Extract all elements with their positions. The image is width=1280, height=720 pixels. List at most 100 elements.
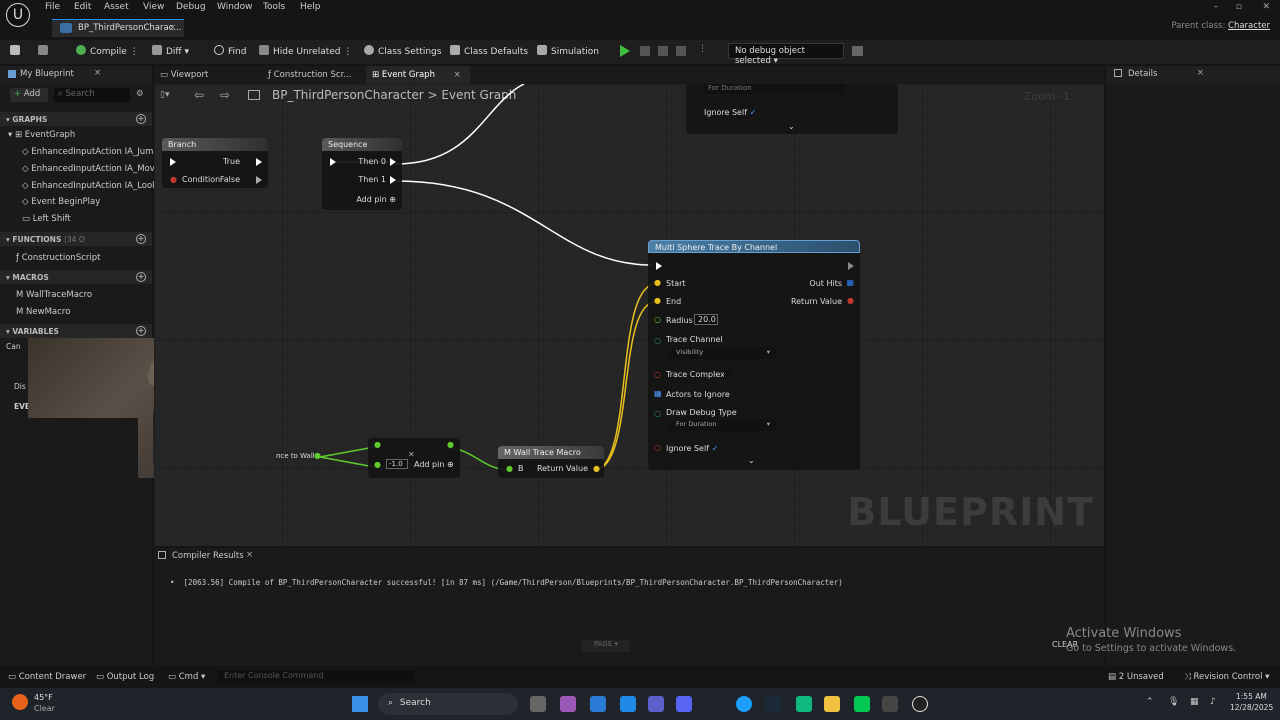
menu-debug[interactable]: Debug	[176, 2, 206, 12]
step-icon[interactable]	[640, 46, 650, 56]
parent-class-link[interactable]: Character	[1228, 21, 1270, 31]
trace-exec-in-pin[interactable]	[656, 262, 662, 272]
add-in-a-pin[interactable]: ●	[374, 440, 381, 449]
revision-control-button[interactable]: ⤨ Revision Control ▾	[1184, 672, 1269, 682]
sequence-node[interactable]: Sequence Then 0 Then 1 Add pin ⊕	[322, 138, 402, 210]
macro-item-newmacro[interactable]: M NewMacro	[16, 307, 152, 317]
add-variable-icon[interactable]: +	[136, 326, 146, 336]
close-compiler-icon[interactable]: ×	[246, 550, 253, 560]
event-graph-canvas[interactable]: ▯▾ ⇦ ⇨ BP_ThirdPersonCharacter > Event G…	[154, 84, 1104, 546]
close-details-icon[interactable]: ×	[1197, 68, 1204, 78]
stop-icon[interactable]	[658, 46, 668, 56]
add-function-icon[interactable]: +	[136, 234, 146, 244]
sequence-exec-in-pin[interactable]	[330, 158, 336, 168]
section-functions[interactable]: ▾ FUNCTIONS (34 O +	[0, 232, 152, 246]
multi-sphere-trace-node[interactable]: Multi Sphere Trace By Channel ● Start Ou…	[648, 240, 860, 470]
distance-pin[interactable]: ●	[314, 451, 321, 460]
add-in-b-pin[interactable]: ●	[374, 460, 381, 469]
add-value-input[interactable]: -1.0	[386, 459, 408, 469]
document-tab[interactable]: BP_ThirdPersonCharac... ×	[52, 19, 184, 37]
trace-complex-pin[interactable]: ○	[654, 370, 661, 379]
find-button[interactable]: Find	[214, 45, 246, 57]
store-icon[interactable]	[590, 696, 606, 712]
unreal-logo-icon[interactable]: U	[6, 3, 30, 27]
weather-icon[interactable]	[12, 694, 28, 710]
details-tab[interactable]: Details ×	[1106, 66, 1280, 84]
diff-button[interactable]: Diff ▾	[152, 45, 189, 57]
distance-node[interactable]: nce to Wall ●	[274, 450, 322, 464]
add-out-pin[interactable]: ●	[447, 440, 454, 449]
compiler-results-tab[interactable]: Compiler Results ×	[154, 548, 1104, 564]
variable-partial-dis[interactable]: Dis	[14, 382, 28, 391]
browse-icon[interactable]	[38, 45, 52, 57]
section-variables[interactable]: ▾ VARIABLES +	[0, 324, 152, 338]
wall-trace-return-pin[interactable]: ●	[593, 464, 600, 473]
class-defaults-button[interactable]: Class Defaults	[450, 45, 528, 57]
my-blueprint-tab[interactable]: My Blueprint ×	[0, 66, 152, 84]
draw-debug-select[interactable]: For Duration ▾	[670, 420, 776, 431]
play-icon[interactable]	[620, 45, 630, 57]
branch-node[interactable]: Branch True ● Condition False	[162, 138, 268, 188]
trace-return-pin[interactable]: ●	[847, 296, 854, 305]
menu-view[interactable]: View	[143, 2, 164, 12]
add-node[interactable]: ● ✕ ● ● -1.0 Add pin ⊕	[368, 438, 460, 478]
content-drawer-button[interactable]: ▭ Content Drawer	[8, 672, 86, 682]
output-log-button[interactable]: ▭ Output Log	[96, 672, 154, 682]
graph-item-look[interactable]: ◇ EnhancedInputAction IA_Look	[22, 181, 158, 191]
class-settings-button[interactable]: Class Settings	[364, 45, 441, 57]
compile-button[interactable]: Compile ⋮	[76, 45, 139, 57]
branch-condition-pin[interactable]: ●	[170, 175, 177, 184]
tab-construction-script[interactable]: ƒ Construction Scr...	[268, 70, 351, 80]
add-button[interactable]: + Add	[10, 88, 48, 102]
eject-icon[interactable]	[676, 46, 686, 56]
page-button[interactable]: PAGE ▾	[582, 640, 630, 652]
file-explorer-icon[interactable]	[824, 696, 840, 712]
section-graphs[interactable]: ▾ GRAPHS +	[0, 112, 152, 126]
section-partial-eve[interactable]: EVE	[14, 402, 28, 411]
task-view-icon[interactable]	[530, 696, 546, 712]
wall-trace-b-pin[interactable]: ●	[506, 464, 513, 473]
actors-ignore-pin[interactable]: ▦	[654, 389, 662, 398]
edge-icon[interactable]	[736, 696, 752, 712]
discord-icon[interactable]	[676, 696, 692, 712]
clock-time[interactable]: 1:55 AM	[1236, 692, 1267, 701]
outlook-icon[interactable]	[620, 696, 636, 712]
tab-viewport[interactable]: ▭ Viewport	[160, 70, 208, 80]
close-panel-icon[interactable]: ×	[94, 68, 101, 78]
variable-partial-can[interactable]: Can	[6, 342, 30, 351]
graph-item-leftshift[interactable]: ▭ Left Shift	[22, 214, 158, 224]
network-icon[interactable]: ▦	[1190, 697, 1199, 707]
windows-start-icon[interactable]	[352, 696, 368, 712]
trace-end-pin[interactable]: ●	[654, 296, 661, 305]
menu-tools[interactable]: Tools	[263, 2, 285, 12]
trace-radius-input[interactable]: 20.0	[694, 314, 718, 325]
macro-item-walltrace[interactable]: M WallTraceMacro	[16, 290, 152, 300]
trace-channel-select[interactable]: Visibility ▾	[670, 348, 776, 359]
graph-item-move[interactable]: ◇ EnhancedInputAction IA_Move	[22, 164, 158, 174]
trace-radius-pin[interactable]: ○	[654, 315, 661, 324]
top-expand-icon[interactable]: ⌄	[788, 122, 795, 131]
clock-date[interactable]: 12/28/2025	[1230, 703, 1273, 712]
steam-icon[interactable]	[766, 696, 782, 712]
save-icon[interactable]	[10, 45, 24, 57]
close-window-icon[interactable]: ✕	[1262, 2, 1270, 12]
top-partial-node[interactable]: For Duration Ignore Self ✓ ⌄	[686, 84, 898, 134]
debug-filter-icon[interactable]	[852, 46, 863, 56]
console-command-input[interactable]: Enter Console Command	[218, 670, 414, 683]
chatgpt-icon[interactable]	[796, 696, 812, 712]
taskbar-search[interactable]: ⌕ Search	[378, 693, 518, 715]
close-event-graph-icon[interactable]: ×	[454, 70, 461, 80]
menu-window[interactable]: Window	[217, 2, 253, 12]
debug-object-select[interactable]: No debug object selected ▾	[728, 43, 844, 66]
trace-complex-checkbox[interactable]	[724, 370, 732, 378]
menu-edit[interactable]: Edit	[74, 2, 91, 12]
draw-debug-pin[interactable]: ○	[654, 409, 661, 418]
graph-item-jump[interactable]: ◇ EnhancedInputAction IA_Jump	[22, 147, 158, 157]
menu-file[interactable]: File	[45, 2, 60, 12]
branch-exec-in-pin[interactable]	[170, 158, 176, 168]
function-item-construction[interactable]: ƒ ConstructionScript	[16, 253, 152, 263]
menu-help[interactable]: Help	[300, 2, 321, 12]
trace-exec-out-pin[interactable]	[848, 262, 854, 272]
trace-out-hits-pin[interactable]: ▦	[846, 278, 854, 287]
mic-icon[interactable]: 🎙	[1168, 697, 1179, 707]
